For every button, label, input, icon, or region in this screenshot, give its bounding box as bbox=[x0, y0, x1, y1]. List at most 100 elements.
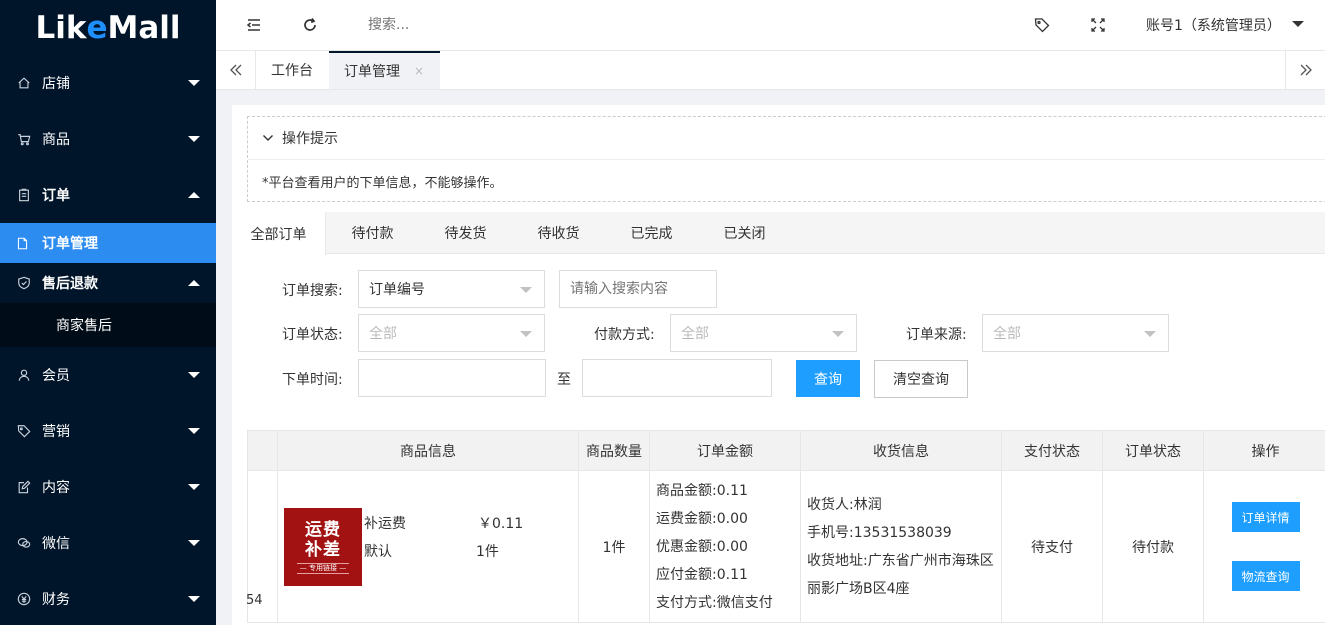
sidebar-item-content[interactable]: 内容 bbox=[0, 459, 216, 515]
quantity-cell: 1件 bbox=[578, 470, 650, 623]
goods-amount: 商品金额:0.11 bbox=[656, 482, 748, 499]
order-status-select[interactable]: 全部 bbox=[358, 314, 545, 352]
goods-qty: 1件 bbox=[476, 543, 499, 560]
payment-method: 支付方式:微信支付 bbox=[656, 594, 773, 611]
sidebar-item-finance[interactable]: 财务 bbox=[0, 571, 216, 625]
column-header-quantity: 商品数量 bbox=[578, 430, 650, 471]
caret-down-icon bbox=[188, 484, 200, 490]
sidebar-item-wechat[interactable]: 微信 bbox=[0, 515, 216, 571]
caret-down-icon bbox=[188, 540, 200, 546]
sidebar-item-marketing[interactable]: 营销 bbox=[0, 403, 216, 459]
fullscreen-icon[interactable] bbox=[1090, 17, 1106, 33]
goods-cell: 运费 补差 — 专用链接 — 补运费 ￥0.11 默认 1件 bbox=[277, 470, 579, 623]
page-tabs-bar: 工作台 订单管理 × bbox=[216, 50, 1325, 90]
goods-price: ￥0.11 bbox=[478, 515, 524, 532]
tips-header[interactable]: 操作提示 bbox=[248, 117, 1325, 160]
goods-spec: 默认 bbox=[364, 543, 392, 560]
tab-workbench[interactable]: 工作台 bbox=[271, 51, 313, 89]
query-button[interactable]: 查询 bbox=[796, 360, 860, 397]
after-sales-submenu: 商家售后 bbox=[0, 303, 216, 347]
search-input[interactable] bbox=[368, 14, 568, 36]
receiver-address-detail: 丽影广场B区4座 bbox=[807, 580, 910, 597]
account-caret-icon[interactable] bbox=[1292, 21, 1304, 27]
shipping-amount: 运费金额:0.00 bbox=[656, 510, 748, 527]
caret-down-icon bbox=[188, 596, 200, 602]
money-icon bbox=[16, 591, 32, 607]
operation-tips: 操作提示 *平台查看用户的下单信息，不能够操作。 bbox=[247, 116, 1325, 202]
column-header-select bbox=[247, 430, 278, 471]
caret-up-icon bbox=[188, 192, 200, 198]
amount-cell: 商品金额:0.11 运费金额:0.00 优惠金额:0.00 应付金额:0.11 … bbox=[649, 470, 801, 623]
close-icon[interactable]: × bbox=[414, 64, 424, 78]
refresh-icon[interactable] bbox=[302, 17, 318, 33]
tabs-scroll-left-icon[interactable] bbox=[216, 51, 256, 89]
chevron-down-icon bbox=[262, 132, 274, 144]
tips-text: *平台查看用户的下单信息，不能够操作。 bbox=[262, 175, 503, 191]
order-search-label: 订单搜索: bbox=[282, 283, 343, 299]
order-time-label: 下单时间: bbox=[282, 372, 343, 388]
column-header-amount: 订单金额 bbox=[649, 430, 801, 471]
column-header-pay-status: 支付状态 bbox=[1001, 430, 1103, 471]
wechat-icon bbox=[16, 535, 32, 551]
account-name[interactable]: 账号1（系统管理员） bbox=[1146, 15, 1281, 35]
caret-down-icon bbox=[188, 80, 200, 86]
clear-query-button[interactable]: 清空查询 bbox=[874, 360, 968, 398]
caret-down-icon bbox=[1144, 331, 1156, 337]
tab-all-orders[interactable]: 全部订单 bbox=[232, 212, 326, 255]
goods-thumbnail[interactable]: 运费 补差 — 专用链接 — bbox=[284, 507, 362, 586]
logistics-query-button[interactable]: 物流查询 bbox=[1231, 561, 1300, 591]
order-status-label: 订单状态: bbox=[282, 327, 343, 343]
sidebar: Lik e Mall 店铺 商品 订单 订单管理 售后退款 商家售后 会员 营销 内… bbox=[0, 0, 216, 625]
sidebar-item-merchant-after-sales[interactable]: 商家售后 bbox=[0, 303, 216, 347]
column-header-receiver: 收货信息 bbox=[800, 430, 1002, 471]
tab-order-management[interactable]: 订单管理 × bbox=[329, 51, 440, 89]
sidebar-item-members[interactable]: 会员 bbox=[0, 347, 216, 403]
order-detail-button[interactable]: 订单详情 bbox=[1231, 502, 1300, 532]
caret-down-icon bbox=[520, 287, 532, 293]
table-header-row: 商品信息 商品数量 订单金额 收货信息 支付状态 订单状态 操作 bbox=[247, 430, 1325, 471]
payable-amount: 应付金额:0.11 bbox=[656, 566, 748, 583]
sidebar-item-order-management[interactable]: 订单管理 bbox=[0, 223, 216, 263]
tabs-scroll-right-icon[interactable] bbox=[1285, 51, 1325, 89]
sidebar-item-after-sales[interactable]: 售后退款 bbox=[0, 263, 216, 303]
search-type-select[interactable]: 订单编号 bbox=[358, 270, 545, 308]
actions-cell: 订单详情 物流查询 bbox=[1203, 470, 1325, 623]
tab-pending-receipt[interactable]: 待收货 bbox=[512, 212, 605, 254]
end-date-input[interactable] bbox=[582, 359, 772, 397]
tab-completed[interactable]: 已完成 bbox=[605, 212, 698, 254]
main-content: 操作提示 *平台查看用户的下单信息，不能够操作。 全部订单 待付款 待发货 待收… bbox=[232, 105, 1325, 625]
order-source-label: 订单来源: bbox=[906, 327, 967, 343]
date-range-separator: 至 bbox=[557, 372, 571, 388]
sidebar-item-orders[interactable]: 订单 bbox=[0, 167, 216, 223]
sidebar-item-store[interactable]: 店铺 bbox=[0, 55, 216, 111]
search-content-input[interactable] bbox=[559, 270, 717, 308]
discount-amount: 优惠金额:0.00 bbox=[656, 538, 748, 555]
caret-down-icon bbox=[832, 331, 844, 337]
tab-closed[interactable]: 已关闭 bbox=[698, 212, 791, 254]
shield-check-icon bbox=[16, 275, 32, 291]
table-row: 运费 补差 — 专用链接 — 补运费 ￥0.11 默认 1件 1件 商品金额:0… bbox=[247, 470, 1325, 623]
home-icon bbox=[16, 75, 32, 91]
column-header-order-status: 订单状态 bbox=[1102, 430, 1204, 471]
tag-icon[interactable] bbox=[1034, 17, 1050, 33]
sidebar-item-goods[interactable]: 商品 bbox=[0, 111, 216, 167]
app-logo[interactable]: Lik e Mall bbox=[0, 0, 216, 56]
payment-method-label: 付款方式: bbox=[594, 327, 655, 343]
receiver-phone: 手机号:13531538039 bbox=[807, 524, 952, 541]
start-date-input[interactable] bbox=[358, 359, 546, 397]
payment-method-select[interactable]: 全部 bbox=[670, 314, 857, 352]
file-icon bbox=[16, 237, 32, 250]
receiver-cell: 收货人:林润 手机号:13531538039 收货地址:广东省广州市海珠区 丽影… bbox=[800, 470, 1002, 623]
menu-fold-icon[interactable] bbox=[246, 17, 262, 33]
caret-down-icon bbox=[188, 136, 200, 142]
edit-icon bbox=[16, 479, 32, 495]
receiver-address: 收货地址:广东省广州市海珠区 bbox=[807, 552, 994, 569]
clipboard-icon bbox=[16, 187, 32, 203]
order-status-tabs: 全部订单 待付款 待发货 待收货 已完成 已关闭 bbox=[232, 212, 1325, 255]
tab-pending-shipment[interactable]: 待发货 bbox=[419, 212, 512, 254]
order-source-select[interactable]: 全部 bbox=[982, 314, 1169, 352]
order-status-cell: 待付款 bbox=[1102, 470, 1204, 623]
tab-pending-payment[interactable]: 待付款 bbox=[326, 212, 419, 254]
top-header: 账号1（系统管理员） bbox=[216, 0, 1325, 50]
tag-icon bbox=[16, 423, 32, 439]
